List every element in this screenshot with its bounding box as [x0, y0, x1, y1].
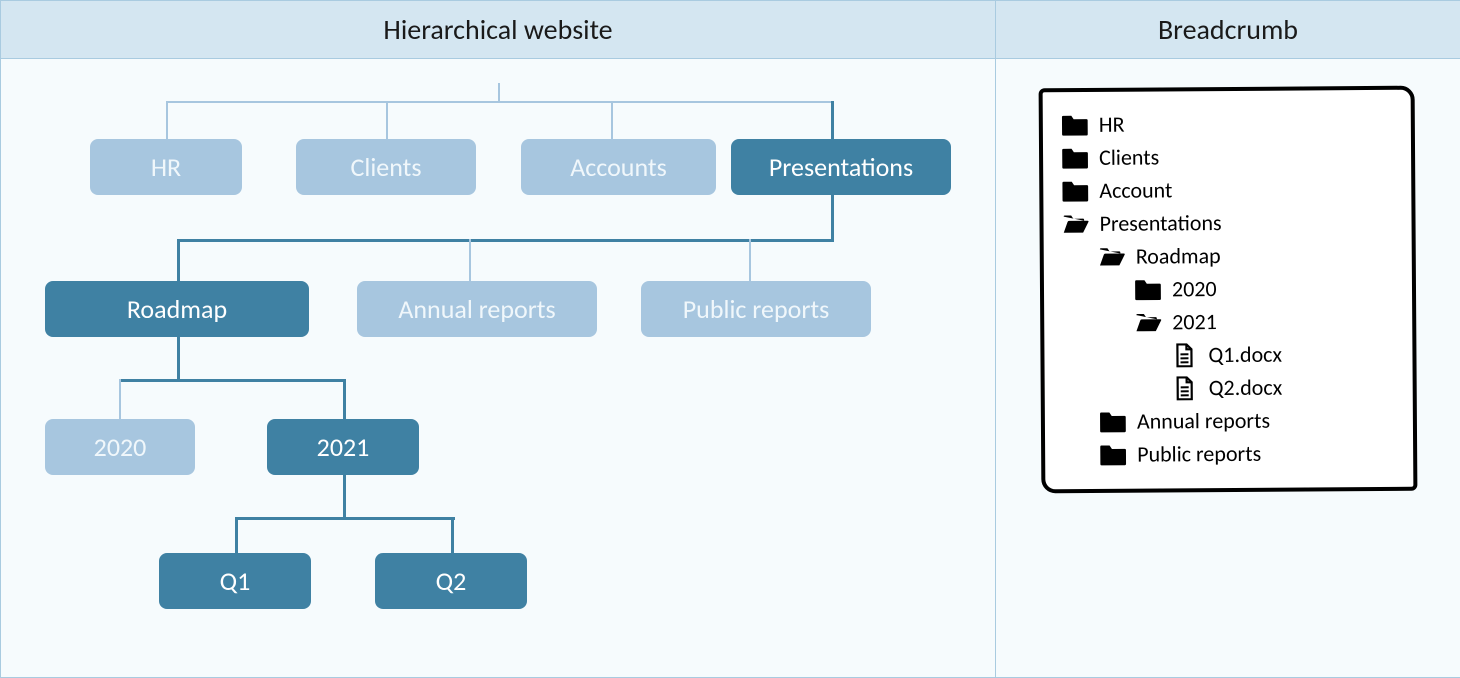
bc-label: Presentations	[1099, 209, 1221, 237]
bc-item-q2[interactable]: Q2.docx	[1063, 370, 1395, 405]
folder-closed-icon	[1061, 112, 1089, 136]
bc-item-public[interactable]: Public reports	[1063, 436, 1395, 471]
node-roadmap[interactable]: Roadmap	[45, 281, 309, 337]
node-q2[interactable]: Q2	[375, 553, 527, 609]
bc-item-2020[interactable]: 2020	[1062, 271, 1394, 306]
bc-label: 2021	[1172, 308, 1217, 335]
bc-item-account[interactable]: Account	[1061, 172, 1393, 207]
hierarchical-title: Hierarchical website	[1, 1, 995, 59]
bc-label: 2020	[1172, 275, 1217, 302]
folder-open-icon	[1134, 310, 1162, 334]
node-presentations[interactable]: Presentations	[731, 139, 951, 195]
bc-label: Clients	[1099, 143, 1159, 170]
node-hr[interactable]: HR	[90, 139, 242, 195]
node-2020[interactable]: 2020	[45, 419, 195, 475]
folder-open-icon	[1098, 244, 1126, 268]
bc-label: Account	[1099, 176, 1172, 204]
breadcrumb-panel: Breadcrumb HR Clients Account Present	[996, 1, 1460, 677]
tree-canvas: HR Clients Accounts Presentations Roadma…	[1, 59, 995, 677]
bc-item-clients[interactable]: Clients	[1061, 139, 1393, 174]
bc-label: Annual reports	[1137, 407, 1270, 435]
folder-closed-icon	[1061, 178, 1089, 202]
node-annual-reports[interactable]: Annual reports	[357, 281, 597, 337]
bc-item-2021[interactable]: 2021	[1062, 304, 1394, 339]
node-accounts[interactable]: Accounts	[521, 139, 716, 195]
folder-open-icon	[1061, 211, 1089, 235]
folder-closed-icon	[1134, 277, 1162, 301]
folder-closed-icon	[1099, 409, 1127, 433]
folder-closed-icon	[1099, 442, 1127, 466]
breadcrumb-title: Breadcrumb	[996, 1, 1460, 59]
document-icon	[1171, 376, 1199, 400]
bc-item-roadmap[interactable]: Roadmap	[1062, 238, 1394, 273]
bc-label: Roadmap	[1136, 242, 1221, 270]
node-clients[interactable]: Clients	[296, 139, 476, 195]
diagram-container: Hierarchical website HR Clients Accounts…	[0, 0, 1460, 678]
hierarchical-panel: Hierarchical website HR Clients Accounts…	[1, 1, 996, 677]
document-icon	[1170, 343, 1198, 367]
folder-closed-icon	[1061, 145, 1089, 169]
bc-item-hr[interactable]: HR	[1061, 106, 1393, 141]
bc-label: Public reports	[1137, 440, 1261, 468]
bc-item-presentations[interactable]: Presentations	[1061, 205, 1393, 240]
breadcrumb-box: HR Clients Account Presentations Roadmap	[1039, 86, 1418, 494]
node-2021[interactable]: 2021	[267, 419, 419, 475]
bc-label: Q2.docx	[1209, 374, 1283, 402]
node-q1[interactable]: Q1	[159, 553, 311, 609]
bc-item-q1[interactable]: Q1.docx	[1062, 337, 1394, 372]
node-public-reports[interactable]: Public reports	[641, 281, 871, 337]
bc-label: HR	[1099, 111, 1125, 138]
bc-label: Q1.docx	[1208, 341, 1282, 369]
bc-item-annual[interactable]: Annual reports	[1063, 403, 1395, 438]
